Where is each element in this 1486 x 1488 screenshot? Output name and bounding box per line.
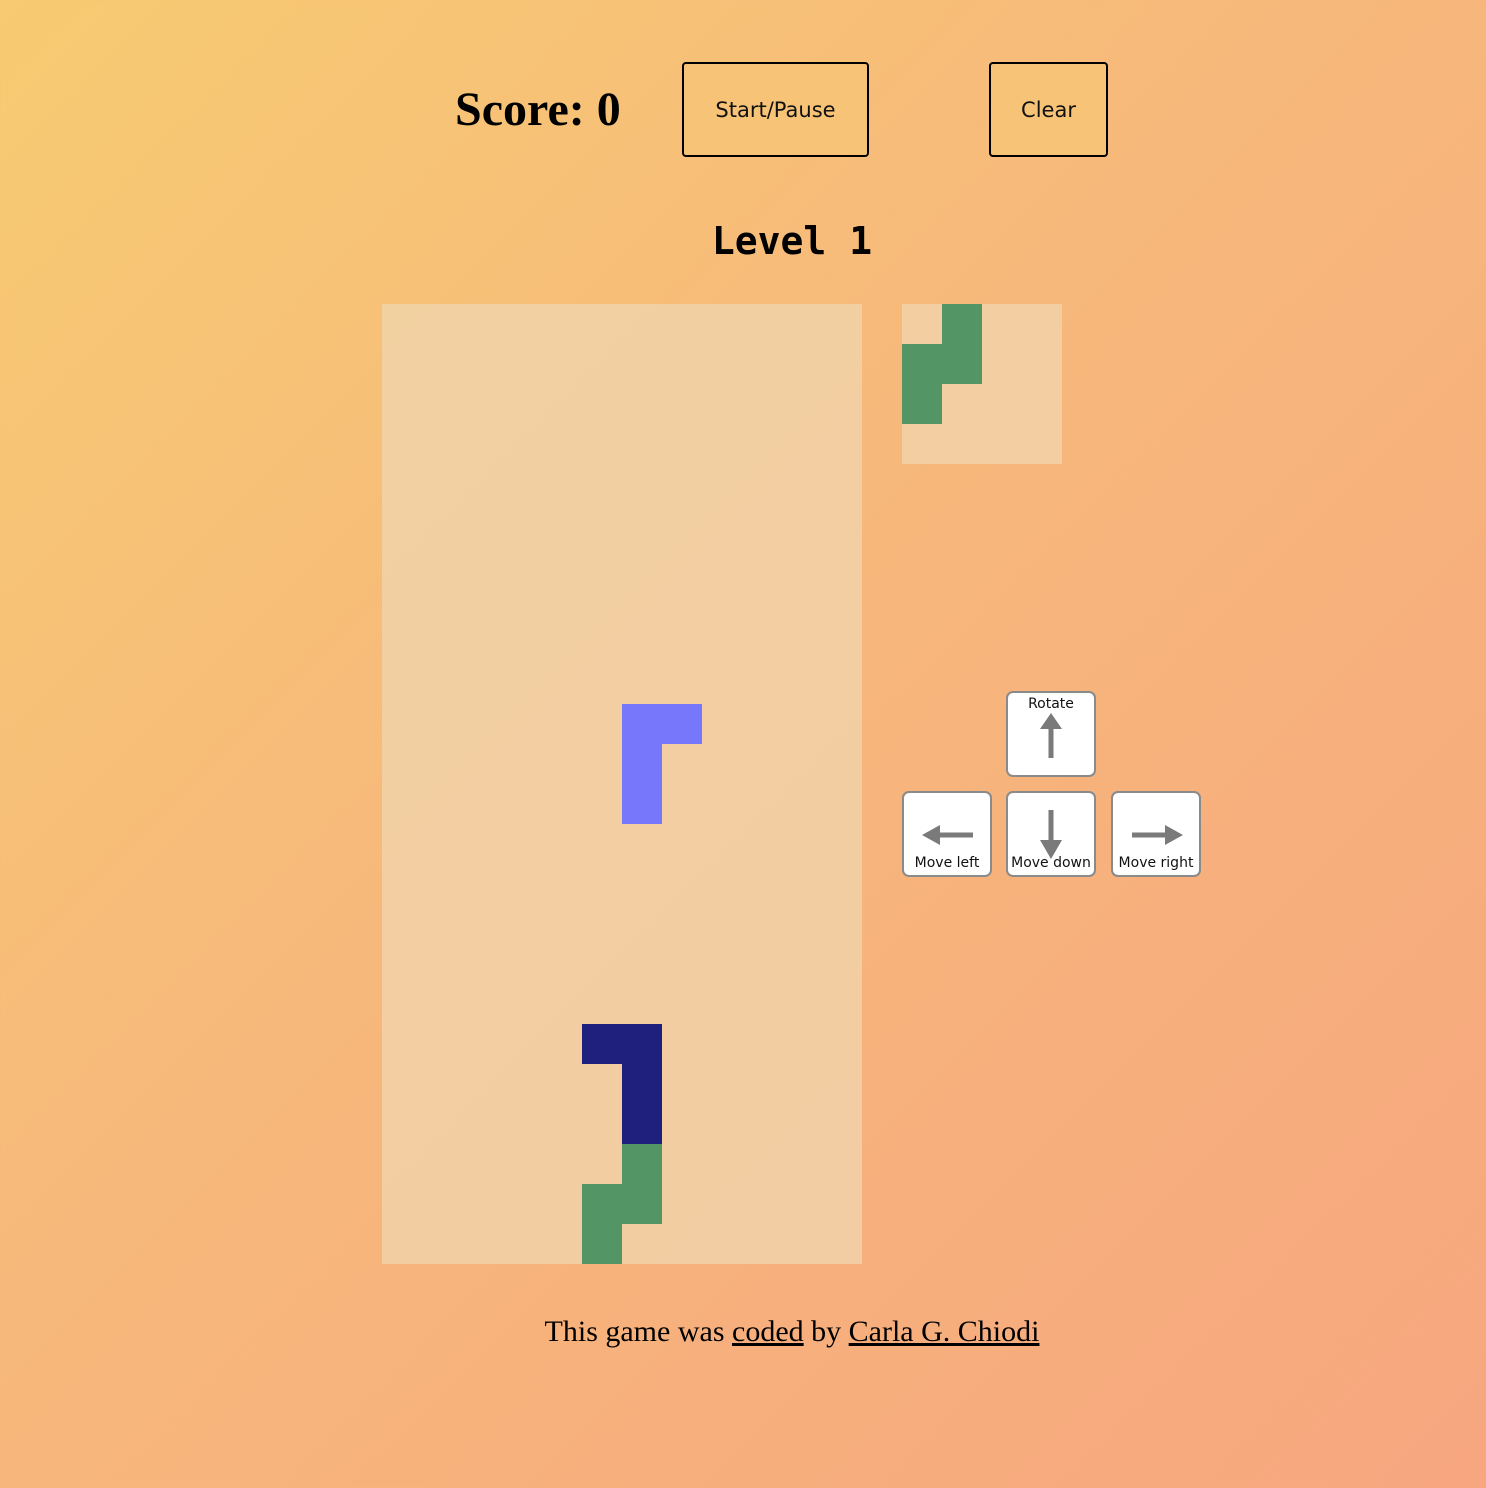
locked-block (622, 1104, 662, 1144)
game-board (382, 304, 862, 1264)
clear-button[interactable]: Clear (989, 62, 1108, 157)
falling-block (622, 744, 662, 784)
arrow-down-icon (1040, 810, 1062, 859)
locked-block (622, 1184, 662, 1224)
next-piece-block (902, 344, 942, 384)
arrow-right-icon (1132, 825, 1183, 845)
locked-block (622, 1024, 662, 1064)
score-display: Score: 0 (455, 83, 621, 136)
move-right-key-label: Move right (1118, 855, 1194, 871)
next-piece-preview (902, 304, 1062, 464)
level-display: Level 1 (711, 219, 873, 263)
rotate-key-label: Rotate (1028, 696, 1074, 712)
next-piece-block (942, 344, 982, 384)
credit-middle: by (803, 1315, 849, 1348)
move-left-key[interactable]: Move left (902, 791, 992, 877)
locked-block (622, 1144, 662, 1184)
credit-line: This game was coded by Carla G. Chiodi (0, 1310, 1486, 1354)
coded-link[interactable]: coded (732, 1315, 804, 1348)
move-down-key-label: Move down (1011, 855, 1091, 871)
author-link[interactable]: Carla G. Chiodi (849, 1315, 1040, 1348)
next-piece-block (902, 384, 942, 424)
falling-block (622, 784, 662, 824)
move-left-key-label: Move left (914, 855, 980, 871)
locked-block (622, 1064, 662, 1104)
falling-block (622, 704, 662, 744)
arrow-up-icon (1040, 713, 1062, 758)
arrow-left-icon (922, 825, 973, 845)
start-pause-button[interactable]: Start/Pause (682, 62, 869, 157)
locked-block (582, 1224, 622, 1264)
move-down-key[interactable]: Move down (1006, 791, 1096, 877)
locked-block (582, 1184, 622, 1224)
move-right-key[interactable]: Move right (1111, 791, 1201, 877)
rotate-key[interactable]: Rotate (1006, 691, 1096, 777)
falling-block (662, 704, 702, 744)
locked-block (582, 1024, 622, 1064)
credit-prefix: This game was (544, 1315, 732, 1348)
next-piece-block (942, 304, 982, 344)
